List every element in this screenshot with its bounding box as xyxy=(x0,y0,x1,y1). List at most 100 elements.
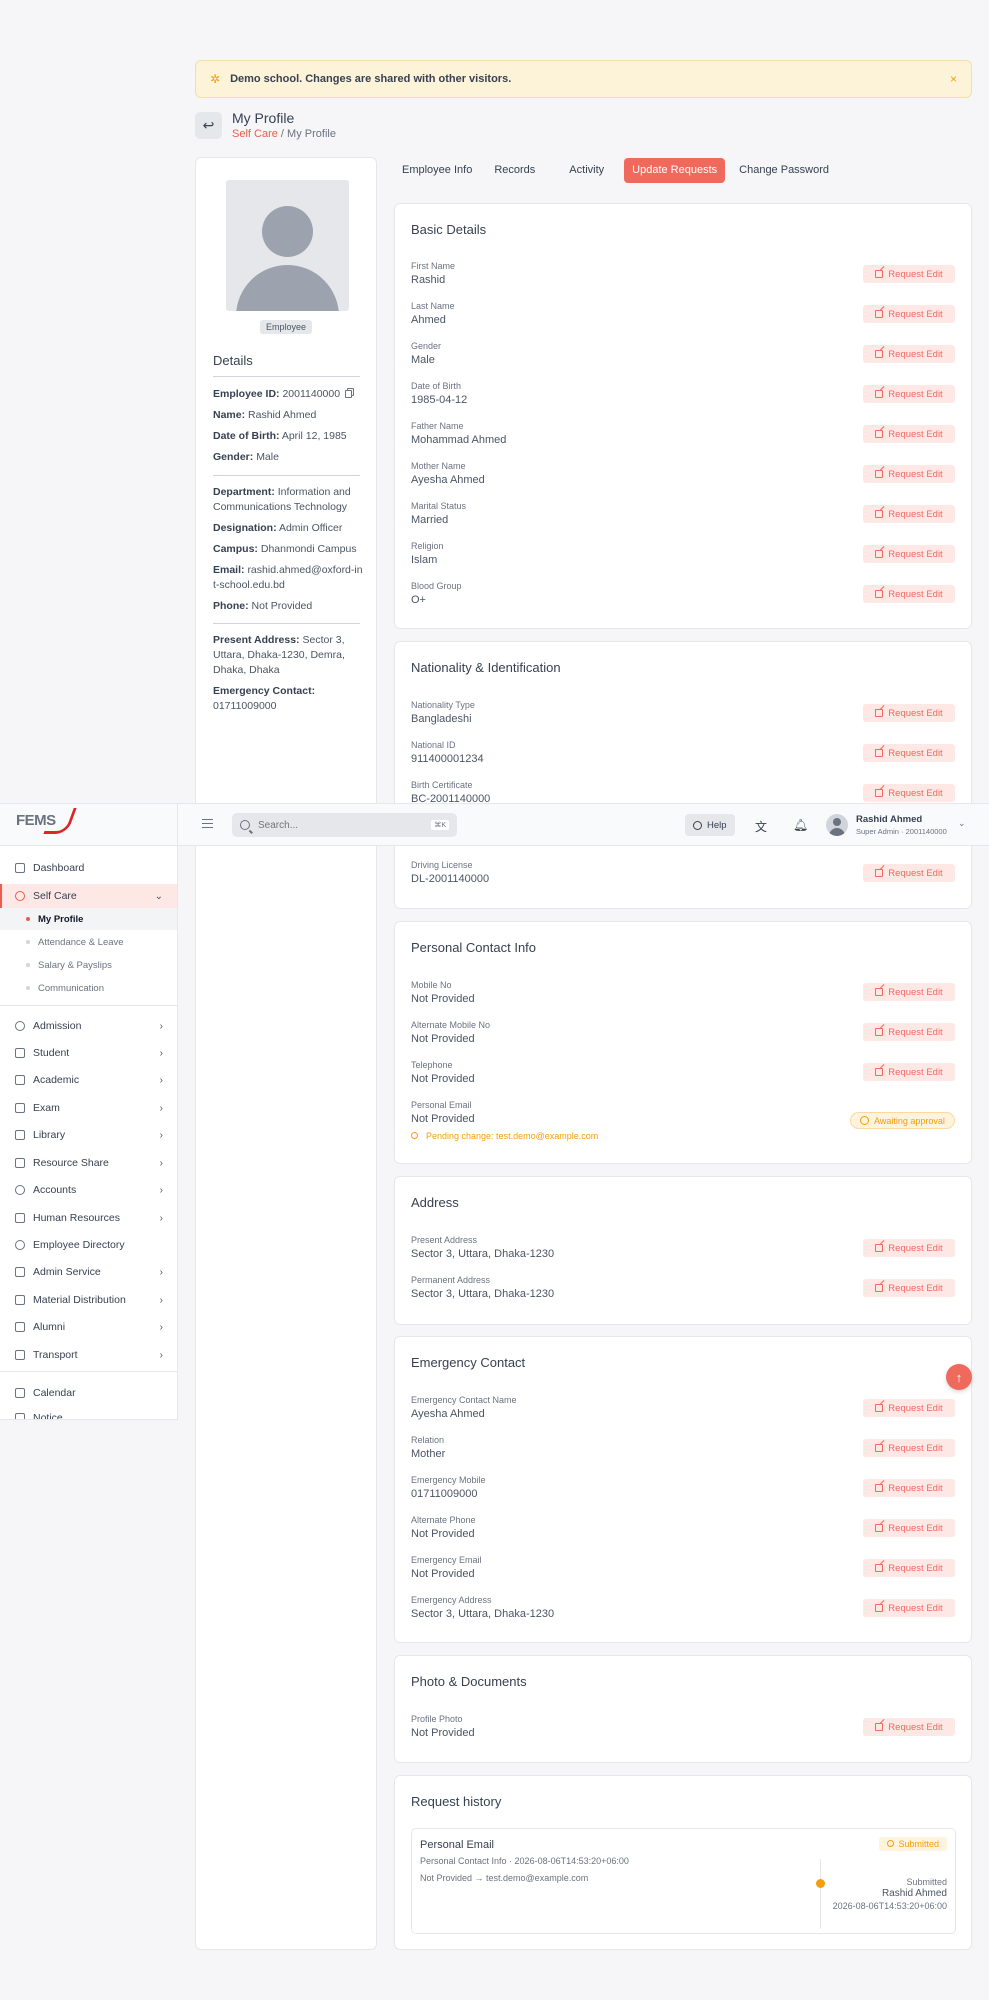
bullet-icon xyxy=(26,986,30,990)
sidebar-subitem-salary[interactable]: Salary & Payslips xyxy=(0,954,177,976)
request-edit-button[interactable]: Request Edit xyxy=(863,1519,955,1537)
sidebar-item-transport[interactable]: Transport › xyxy=(0,1343,177,1367)
user-avatar[interactable] xyxy=(826,814,848,836)
sidebar-item-calendar[interactable]: Calendar xyxy=(0,1381,177,1405)
sidebar-item-accounts[interactable]: Accounts › xyxy=(0,1178,177,1202)
request-edit-button[interactable]: Request Edit xyxy=(863,1279,955,1297)
library-icon xyxy=(15,1130,25,1140)
history-change: Not Provided → test.demo@example.com xyxy=(420,1873,589,1883)
edit-icon xyxy=(875,1244,884,1252)
request-edit-button[interactable]: Request Edit xyxy=(863,425,955,443)
request-edit-button[interactable]: Request Edit xyxy=(863,465,955,483)
close-icon[interactable]: × xyxy=(950,72,957,86)
field-value: Not Provided xyxy=(411,1033,475,1045)
sidebar-item-self-care[interactable]: Self Care ⌄ xyxy=(0,884,177,908)
request-edit-button[interactable]: Request Edit xyxy=(863,864,955,882)
field-value: 1985-04-12 xyxy=(411,394,468,406)
breadcrumb-self-care[interactable]: Self Care xyxy=(232,128,278,140)
bullet-icon xyxy=(26,963,30,967)
sidebar-item-resource-share[interactable]: Resource Share › xyxy=(0,1151,177,1175)
emergency-contact-card: Emergency Contact Emergency Contact Name… xyxy=(394,1336,972,1643)
sidebar-item-alumni[interactable]: Alumni › xyxy=(0,1315,177,1339)
translate-icon[interactable]: 文 xyxy=(755,818,767,835)
edit-icon xyxy=(875,470,884,478)
chevron-down-icon: ⌄ xyxy=(154,890,163,902)
request-edit-button[interactable]: Request Edit xyxy=(863,265,955,283)
request-edit-button[interactable]: Request Edit xyxy=(863,585,955,603)
field-value: Sector 3, Uttara, Dhaka-1230 xyxy=(411,1288,555,1300)
request-edit-button[interactable]: Request Edit xyxy=(863,1718,955,1736)
sidebar-item-employee-directory[interactable]: Employee Directory xyxy=(0,1233,177,1257)
field-label: Permanent Address xyxy=(411,1275,491,1285)
detail-present-address: Present Address: Sector 3, Uttara, Dhaka… xyxy=(213,634,345,676)
request-edit-button[interactable]: Request Edit xyxy=(863,784,955,802)
tab-activity[interactable]: Activity xyxy=(561,158,612,183)
request-edit-button[interactable]: Request Edit xyxy=(863,1399,955,1417)
edit-icon xyxy=(875,1284,884,1292)
sidebar-subitem-attendance[interactable]: Attendance & Leave xyxy=(0,931,177,953)
sidebar-item-library[interactable]: Library › xyxy=(0,1123,177,1147)
scroll-top-button[interactable]: ↑ xyxy=(946,1364,972,1390)
back-button[interactable]: ↩ xyxy=(195,111,222,139)
tab-records[interactable]: Records xyxy=(486,158,543,183)
user-name[interactable]: Rashid Ahmed xyxy=(856,814,922,825)
chevron-down-icon[interactable]: ⌄ xyxy=(958,818,966,829)
field-label: Mother Name xyxy=(411,461,466,471)
sidebar-item-exam[interactable]: Exam › xyxy=(0,1096,177,1120)
sidebar-subitem-communication[interactable]: Communication xyxy=(0,977,177,999)
field-value: DL-2001140000 xyxy=(411,873,490,885)
request-edit-button[interactable]: Request Edit xyxy=(863,1239,955,1257)
sidebar-item-human-resources[interactable]: Human Resources › xyxy=(0,1206,177,1230)
request-edit-button[interactable]: Request Edit xyxy=(863,305,955,323)
details-title: Details xyxy=(213,353,253,368)
request-edit-button[interactable]: Request Edit xyxy=(863,744,955,762)
request-edit-button[interactable]: Request Edit xyxy=(863,1439,955,1457)
copy-icon[interactable] xyxy=(345,390,353,398)
sidebar-item-student[interactable]: Student › xyxy=(0,1041,177,1065)
tab-change-password[interactable]: Change Password xyxy=(731,158,837,183)
chevron-right-icon: › xyxy=(159,1129,163,1141)
request-edit-button[interactable]: Request Edit xyxy=(863,704,955,722)
chevron-right-icon: › xyxy=(159,1294,163,1306)
sidebar-item-dashboard[interactable]: Dashboard xyxy=(0,856,177,880)
field-value: Mohammad Ahmed xyxy=(411,434,507,446)
menu-icon[interactable] xyxy=(202,819,213,828)
sidebar-item-academic[interactable]: Academic › xyxy=(0,1068,177,1092)
sidebar-item-admission[interactable]: Admission › xyxy=(0,1014,177,1038)
edit-icon xyxy=(875,709,884,717)
field-label: Present Address xyxy=(411,1235,478,1245)
request-edit-button[interactable]: Request Edit xyxy=(863,505,955,523)
request-edit-button[interactable]: Request Edit xyxy=(863,345,955,363)
user-icon xyxy=(15,891,25,901)
edit-icon xyxy=(875,1444,884,1452)
sidebar-subitem-my-profile[interactable]: My Profile xyxy=(0,908,177,930)
search-input[interactable] xyxy=(258,819,418,831)
field-value: Not Provided xyxy=(411,993,475,1005)
sidebar-item-admin-service[interactable]: Admin Service › xyxy=(0,1260,177,1284)
page-header: ↩ My Profile Self Care / My Profile xyxy=(195,110,336,140)
request-edit-button[interactable]: Request Edit xyxy=(863,1559,955,1577)
request-edit-button[interactable]: Request Edit xyxy=(863,385,955,403)
request-edit-button[interactable]: Request Edit xyxy=(863,1063,955,1081)
field-value: Bangladeshi xyxy=(411,713,472,725)
school-icon xyxy=(15,1048,25,1058)
search-box[interactable]: ⌘K xyxy=(232,813,457,837)
breadcrumb: Self Care / My Profile xyxy=(232,128,336,140)
breadcrumb-current: My Profile xyxy=(287,128,336,140)
request-edit-button[interactable]: Request Edit xyxy=(863,983,955,1001)
bell-icon[interactable]: 🔔︎ xyxy=(793,818,808,832)
request-edit-button[interactable]: Request Edit xyxy=(863,1599,955,1617)
sidebar-item-material-distribution[interactable]: Material Distribution › xyxy=(0,1288,177,1312)
tab-update-requests[interactable]: Update Requests xyxy=(624,158,726,183)
request-edit-button[interactable]: Request Edit xyxy=(863,1023,955,1041)
help-button[interactable]: Help xyxy=(685,814,735,836)
search-icon xyxy=(240,820,250,830)
request-edit-button[interactable]: Request Edit xyxy=(863,1479,955,1497)
tab-employee-info[interactable]: Employee Info xyxy=(394,158,480,183)
edit-icon xyxy=(875,590,884,598)
chevron-right-icon: › xyxy=(159,1047,163,1059)
field-label: Emergency Contact Name xyxy=(411,1395,517,1405)
clock-icon xyxy=(887,1840,895,1847)
request-edit-button[interactable]: Request Edit xyxy=(863,545,955,563)
sidebar-item-notice[interactable]: Notice xyxy=(0,1406,177,1419)
